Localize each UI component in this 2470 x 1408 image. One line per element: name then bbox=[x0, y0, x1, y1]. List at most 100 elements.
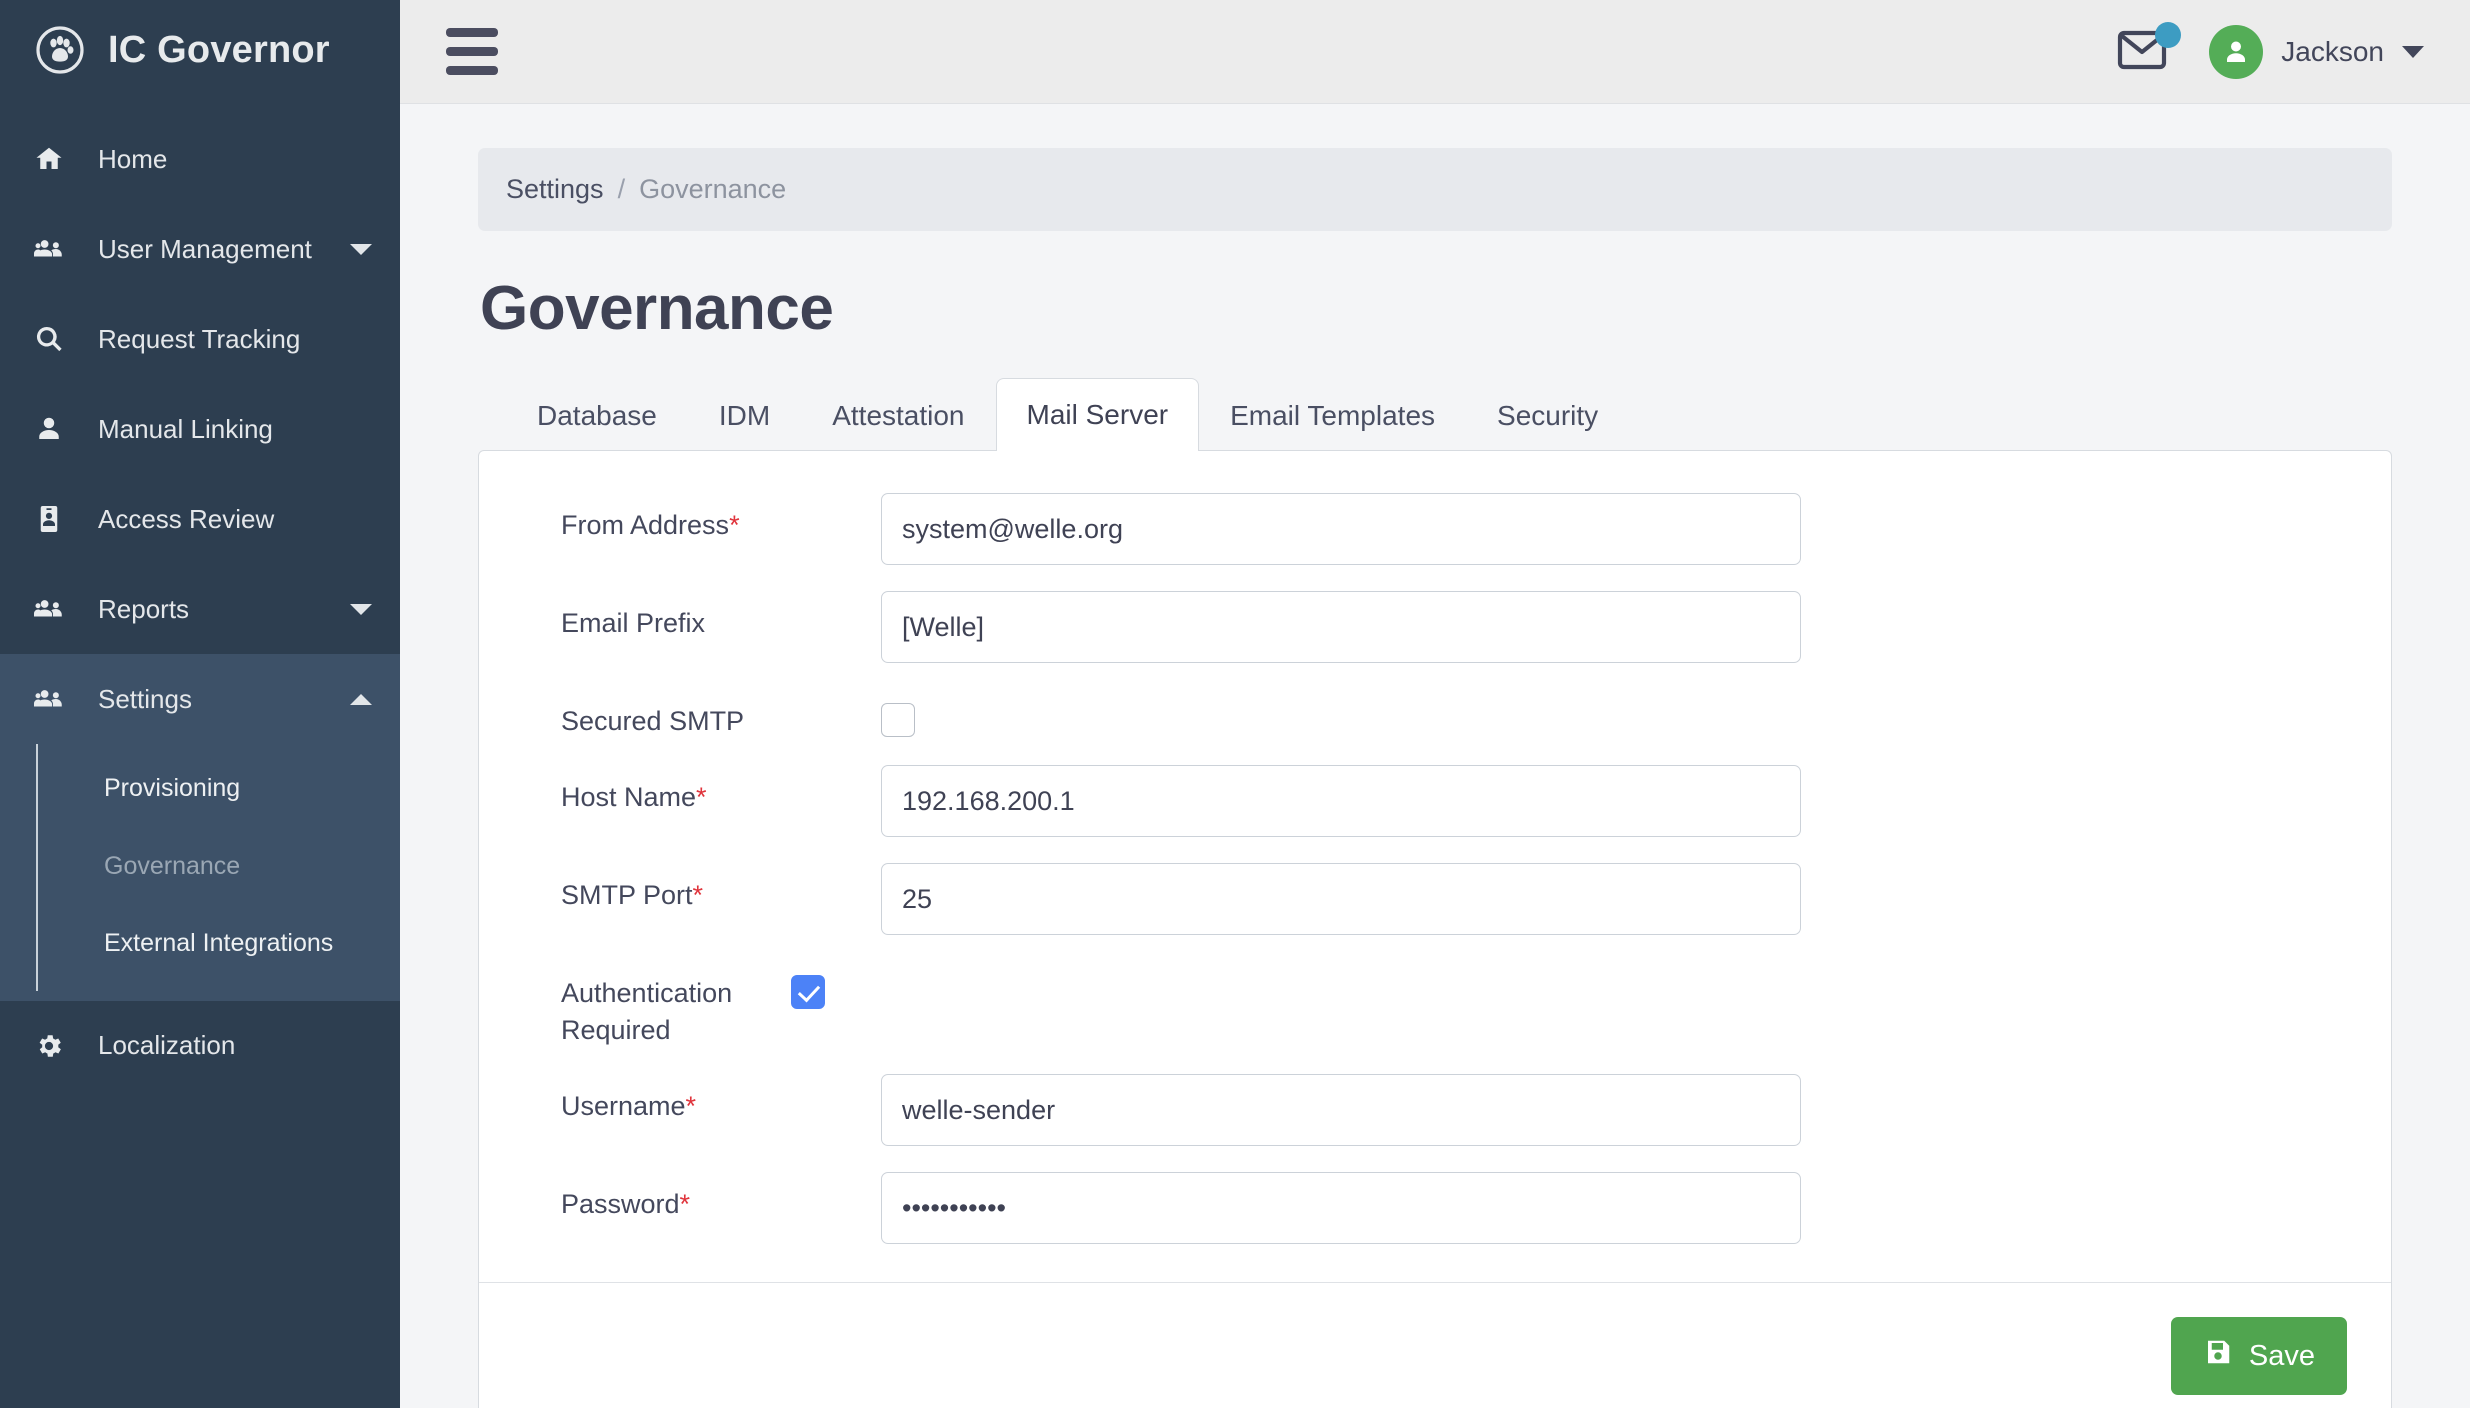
password-input[interactable] bbox=[881, 1172, 1801, 1245]
form-footer: Save bbox=[479, 1282, 2391, 1408]
required-marker: * bbox=[696, 782, 707, 813]
breadcrumb: Settings / Governance bbox=[478, 148, 2392, 231]
from-address-input[interactable] bbox=[881, 493, 1801, 565]
hamburger-bar bbox=[446, 47, 498, 56]
field-row-auth-required: Authentication Required bbox=[479, 961, 2391, 1048]
smtp-port-input[interactable] bbox=[881, 863, 1801, 936]
sidebar-item-localization[interactable]: Localization bbox=[0, 1001, 400, 1091]
sidebar-item-label: Access Review bbox=[98, 503, 275, 534]
users-icon bbox=[34, 234, 76, 264]
save-button[interactable]: Save bbox=[2170, 1317, 2347, 1396]
required-marker: * bbox=[685, 1091, 697, 1122]
from-address-control bbox=[881, 493, 1801, 565]
sidebar-item-label: Request Tracking bbox=[98, 323, 301, 354]
field-row-password: Password* bbox=[479, 1172, 2391, 1245]
host-name-control bbox=[881, 765, 1801, 838]
notification-badge bbox=[2155, 21, 2182, 48]
tab-database[interactable]: Database bbox=[506, 379, 688, 450]
tab-security[interactable]: Security bbox=[1466, 379, 1629, 450]
field-row-host-name: Host Name* bbox=[479, 765, 2391, 838]
sidebar-subitem-provisioning[interactable]: Provisioning bbox=[0, 750, 400, 828]
sidebar-item-user-management[interactable]: User Management bbox=[0, 204, 400, 294]
secured-smtp-control bbox=[881, 689, 1801, 737]
breadcrumb-separator: / bbox=[617, 174, 626, 204]
sidebar-item-label: Localization bbox=[98, 1030, 236, 1060]
username-input[interactable] bbox=[881, 1074, 1801, 1147]
sidebar-item-reports[interactable]: Reports bbox=[0, 564, 400, 654]
sidebar-subitem-external-integrations[interactable]: External Integrations bbox=[0, 905, 400, 983]
field-row-smtp-port: SMTP Port* bbox=[479, 863, 2391, 936]
required-marker: * bbox=[679, 1189, 691, 1220]
save-button-label: Save bbox=[2248, 1339, 2315, 1372]
auth-required-label: Authentication Required bbox=[561, 978, 733, 1045]
sidebar-item-request-tracking[interactable]: Request Tracking bbox=[0, 294, 400, 384]
tab-idm[interactable]: IDM bbox=[688, 379, 801, 450]
sidebar-subitem-governance[interactable]: Governance bbox=[0, 828, 400, 906]
id-badge-icon bbox=[34, 504, 76, 534]
sidebar-submenu-settings: Provisioning Governance External Integra… bbox=[0, 744, 400, 1001]
tab-email-templates[interactable]: Email Templates bbox=[1199, 379, 1466, 450]
home-icon bbox=[34, 144, 76, 174]
smtp-port-label: SMTP Port* bbox=[561, 880, 704, 911]
search-icon bbox=[34, 324, 76, 354]
avatar bbox=[2209, 24, 2264, 79]
field-row-email-prefix: Email Prefix bbox=[479, 591, 2391, 663]
username-control bbox=[881, 1074, 1801, 1147]
sidebar: IC Governor Home User Management Request… bbox=[0, 0, 400, 1408]
email-prefix-control bbox=[881, 591, 1801, 663]
sidebar-item-manual-linking[interactable]: Manual Linking bbox=[0, 384, 400, 474]
auth-required-checkbox[interactable] bbox=[791, 975, 825, 1010]
email-prefix-label: Email Prefix bbox=[561, 608, 706, 638]
password-label: Password* bbox=[561, 1189, 691, 1220]
users-icon bbox=[34, 594, 76, 624]
sidebar-nav: Home User Management Request Tracking Ma… bbox=[0, 100, 400, 1091]
host-name-label: Host Name* bbox=[561, 782, 707, 813]
sidebar-item-access-review[interactable]: Access Review bbox=[0, 474, 400, 564]
user-menu[interactable]: Jackson bbox=[2209, 24, 2424, 79]
envelope-icon[interactable] bbox=[2117, 21, 2182, 77]
topbar-right: Jackson bbox=[2117, 21, 2424, 79]
field-row-from-address: From Address* bbox=[479, 493, 2391, 565]
hamburger-bar bbox=[446, 28, 498, 37]
hamburger-icon[interactable] bbox=[446, 28, 498, 75]
user-name: Jackson bbox=[2281, 35, 2384, 67]
host-name-input[interactable] bbox=[881, 765, 1801, 838]
brand-title: IC Governor bbox=[108, 28, 330, 71]
users-icon bbox=[34, 684, 76, 714]
secured-smtp-checkbox[interactable] bbox=[881, 703, 915, 737]
chevron-down-icon bbox=[2402, 45, 2424, 58]
sidebar-item-label: Manual Linking bbox=[98, 413, 273, 444]
email-prefix-input[interactable] bbox=[881, 591, 1801, 663]
sidebar-group-settings: Settings Provisioning Governance Externa… bbox=[0, 654, 400, 1001]
tab-mail-server[interactable]: Mail Server bbox=[995, 378, 1200, 451]
app-root: IC Governor Home User Management Request… bbox=[0, 0, 2470, 1408]
username-label: Username* bbox=[561, 1091, 697, 1122]
secured-smtp-label: Secured SMTP bbox=[561, 706, 745, 736]
content-area: Settings / Governance Governance Databas… bbox=[400, 104, 2470, 1408]
smtp-port-control bbox=[881, 863, 1801, 936]
tab-attestation[interactable]: Attestation bbox=[801, 379, 995, 450]
sidebar-item-label: Settings bbox=[98, 683, 192, 714]
chevron-down-icon bbox=[350, 243, 372, 255]
form-body: From Address* Email Prefix Secured SMTP bbox=[479, 451, 2391, 1282]
topbar: Jackson bbox=[400, 0, 2470, 104]
sidebar-item-label: User Management bbox=[98, 233, 312, 264]
chevron-down-icon bbox=[350, 603, 372, 615]
sidebar-item-settings[interactable]: Settings bbox=[0, 654, 400, 744]
main-area: Jackson Settings / Governance Governance… bbox=[400, 0, 2470, 1408]
chevron-up-icon bbox=[350, 693, 372, 705]
password-control bbox=[881, 1172, 1801, 1245]
sidebar-item-label: Home bbox=[98, 143, 168, 174]
floppy-disk-icon bbox=[2203, 1337, 2233, 1375]
sidebar-item-home[interactable]: Home bbox=[0, 114, 400, 204]
required-marker: * bbox=[729, 510, 740, 540]
breadcrumb-parent[interactable]: Settings bbox=[506, 174, 604, 205]
field-row-secured-smtp: Secured SMTP bbox=[479, 689, 2391, 739]
required-marker: * bbox=[692, 880, 704, 911]
user-icon bbox=[34, 414, 76, 444]
brand[interactable]: IC Governor bbox=[0, 0, 400, 100]
mail-server-form-card: From Address* Email Prefix Secured SMTP bbox=[478, 450, 2392, 1408]
paw-circle-icon bbox=[34, 24, 86, 76]
hamburger-bar bbox=[446, 66, 498, 75]
sidebar-item-label: Reports bbox=[98, 593, 190, 624]
